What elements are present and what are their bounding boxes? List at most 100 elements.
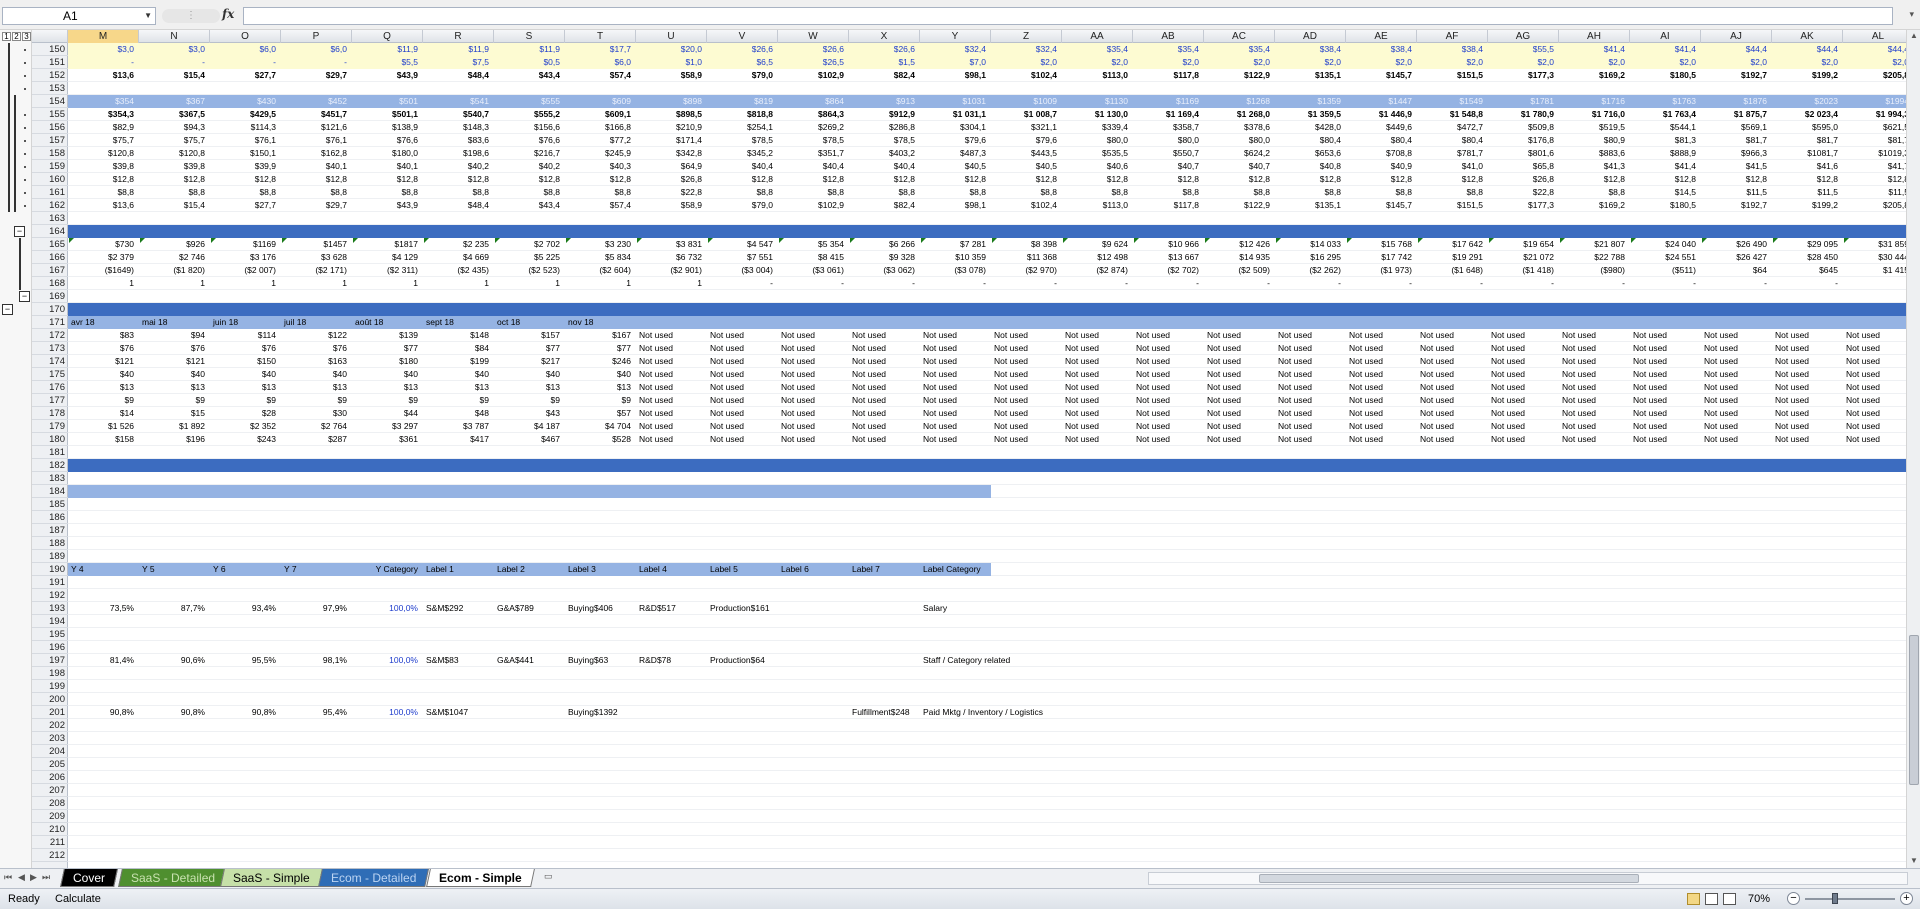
cell-not-used[interactable]: Not used [1701,433,1772,446]
cell[interactable]: Label 6 [778,563,849,576]
cell-not-used[interactable]: Not used [1701,420,1772,433]
cell[interactable]: $43,4 [494,69,565,82]
row-header[interactable]: 176 [32,381,68,394]
cell-not-used[interactable]: Not used [778,368,849,381]
cell[interactable]: $1716 [1559,95,1630,108]
page-layout-view-button[interactable] [1705,893,1718,905]
cell-not-used[interactable]: Not used [1772,329,1843,342]
cell[interactable]: $2,0 [1701,56,1772,69]
cell[interactable]: $13 [210,381,281,394]
cell[interactable]: $10 359 [920,251,991,264]
cell[interactable]: $7 551 [707,251,778,264]
collapse-group-icon[interactable]: − [19,291,30,302]
cell[interactable]: $48,4 [423,69,494,82]
cell[interactable]: $2 235 [423,238,494,251]
cell[interactable]: $21 072 [1488,251,1559,264]
cell[interactable]: $139 [352,329,423,342]
cell[interactable]: $38,4 [1346,43,1417,56]
cell[interactable]: $13 [352,381,423,394]
cell-not-used[interactable]: Not used [1630,342,1701,355]
cell[interactable]: $24 551 [1630,251,1701,264]
column-header[interactable]: AE [1346,30,1417,43]
cell-not-used[interactable]: Not used [1630,355,1701,368]
cell[interactable]: $43,4 [494,199,565,212]
cell[interactable]: - [1346,277,1417,290]
cell[interactable]: $4 669 [423,251,494,264]
cell[interactable]: $80,0 [1204,134,1275,147]
column-header[interactable]: N [139,30,210,43]
cell-not-used[interactable]: Not used [1062,342,1133,355]
cell[interactable]: $57 [565,407,636,420]
cell[interactable]: $11,5 [1843,186,1906,199]
cell-not-used[interactable]: Not used [707,355,778,368]
cell[interactable] [849,654,929,667]
cell[interactable]: $898 [636,95,707,108]
cell[interactable]: $48 [423,407,494,420]
cell[interactable]: 93,4% [210,602,281,615]
cell[interactable]: $40,3 [565,160,636,173]
cell[interactable]: $158 [68,433,139,446]
cell[interactable]: $80,4 [1346,134,1417,147]
column-header[interactable]: AF [1417,30,1488,43]
zoom-level[interactable]: 70% [1748,889,1770,909]
cell[interactable]: $926 [139,238,210,251]
cell[interactable]: 1 [68,277,139,290]
cell[interactable]: $121 [68,355,139,368]
cell[interactable]: G&A$789 [494,602,565,615]
cell[interactable]: - [1772,277,1843,290]
cell[interactable]: $76,1 [281,134,352,147]
cell[interactable]: $550,7 [1133,147,1204,160]
cell-not-used[interactable]: Not used [1772,368,1843,381]
cell[interactable]: $528 [565,433,636,446]
cell-not-used[interactable]: Not used [1346,368,1417,381]
select-all-corner[interactable] [32,30,68,43]
cell[interactable]: $8,8 [1204,186,1275,199]
cell-not-used[interactable]: Not used [1062,368,1133,381]
cell[interactable]: $14 935 [1204,251,1275,264]
row-header[interactable]: 183 [32,472,68,485]
cell[interactable]: - [139,56,210,69]
cell-not-used[interactable]: Not used [1133,342,1204,355]
cell-not-used[interactable]: Not used [1275,368,1346,381]
cell[interactable]: $40,8 [1275,160,1346,173]
cell[interactable]: $40,1 [352,160,423,173]
cell[interactable]: $913 [849,95,920,108]
cell[interactable]: $8,8 [1346,186,1417,199]
cell[interactable]: $117,8 [1133,69,1204,82]
cell[interactable]: $41,7 [1843,160,1906,173]
cell-not-used[interactable]: Not used [1062,381,1133,394]
row-header[interactable]: 169 [32,290,68,303]
column-header[interactable]: S [494,30,565,43]
cell-not-used[interactable]: Not used [1417,368,1488,381]
vertical-scroll-thumb[interactable] [1909,635,1919,785]
cell[interactable]: - [1275,277,1346,290]
prev-sheet-icon[interactable]: ◀ [18,872,25,883]
cell[interactable]: $78,5 [849,134,920,147]
cell[interactable]: Label 1 [423,563,494,576]
row-header[interactable]: 159 [32,160,68,173]
cell-not-used[interactable]: Not used [920,329,991,342]
cell[interactable]: $171,4 [636,134,707,147]
cell[interactable]: $17 742 [1346,251,1417,264]
cell-not-used[interactable]: Not used [1417,355,1488,368]
outline-level-button[interactable]: 2 [12,32,21,41]
cell[interactable]: $27,7 [210,199,281,212]
cell[interactable]: $14 033 [1275,238,1346,251]
cell[interactable]: ($511) [1630,264,1701,277]
cell[interactable]: $6 266 [849,238,920,251]
cell[interactable]: $199,2 [1772,69,1843,82]
cell[interactable]: R&D$517 [636,602,707,615]
cell[interactable]: 1 [423,277,494,290]
cell[interactable]: $8,8 [1062,186,1133,199]
cell[interactable]: $13 [281,381,352,394]
cell[interactable]: $148,3 [423,121,494,134]
cell[interactable]: $20,0 [636,43,707,56]
row-header[interactable]: 204 [32,745,68,758]
row-header[interactable]: 199 [32,680,68,693]
cell[interactable]: $26,5 [778,56,849,69]
cell[interactable]: $12,8 [281,173,352,186]
cell[interactable]: $28 [210,407,281,420]
cell[interactable]: $2 702 [494,238,565,251]
cell[interactable]: $1 892 [139,420,210,433]
outline-level-button[interactable]: 1 [2,32,11,41]
